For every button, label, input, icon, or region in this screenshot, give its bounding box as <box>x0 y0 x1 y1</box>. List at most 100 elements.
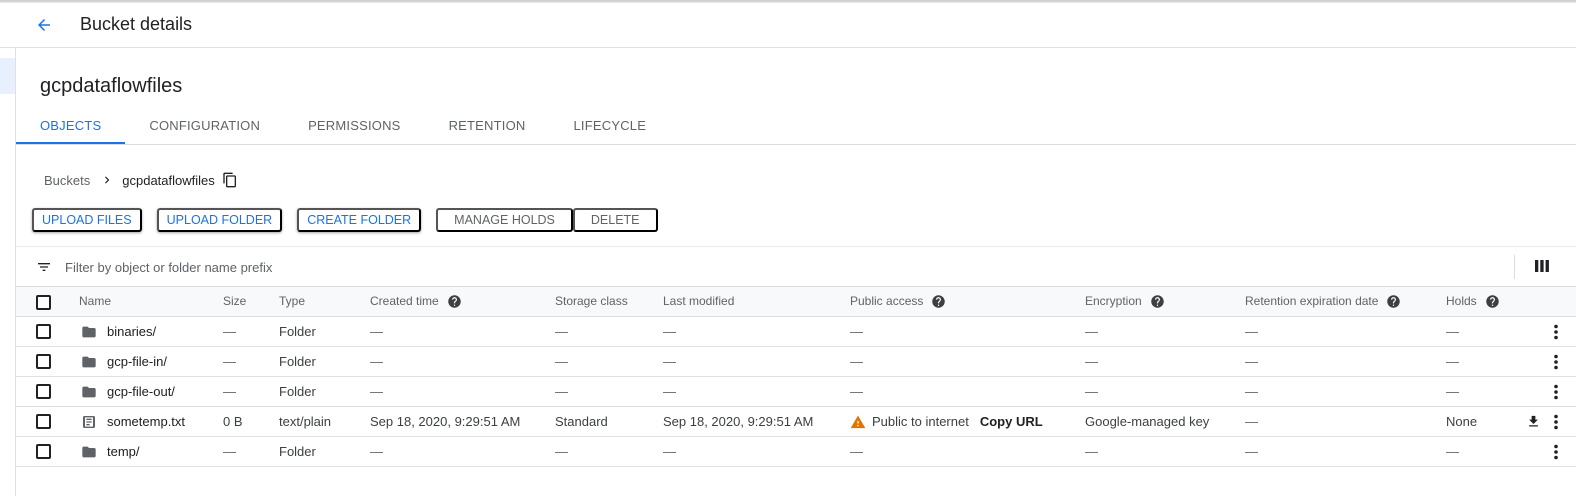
column-header-public-label[interactable]: Public access <box>850 287 923 316</box>
help-icon[interactable] <box>447 294 462 309</box>
object-name[interactable]: temp/ <box>107 437 140 466</box>
upload-folder-button[interactable]: UPLOAD FOLDER <box>156 208 283 232</box>
object-name[interactable]: gcp-file-out/ <box>107 377 175 406</box>
encryption-cell: — <box>1085 354 1098 369</box>
filter-list-icon[interactable] <box>36 259 52 278</box>
created-cell: Sep 18, 2020, 9:29:51 AM <box>370 414 521 429</box>
tab-configuration[interactable]: CONFIGURATION <box>125 107 284 144</box>
left-nav-selected-item[interactable] <box>0 58 15 94</box>
storage-cell: — <box>555 354 568 369</box>
chevron-right-icon <box>100 173 114 187</box>
column-display-icon[interactable] <box>1535 259 1549 276</box>
retention-cell: — <box>1245 414 1258 429</box>
column-header-storage[interactable]: Storage class <box>555 287 628 316</box>
column-header-name[interactable]: Name <box>79 287 111 316</box>
created-cell: — <box>370 354 383 369</box>
row-checkbox[interactable] <box>36 384 51 399</box>
column-header-encryption-label[interactable]: Encryption <box>1085 287 1142 316</box>
type-cell: Folder <box>279 444 316 459</box>
modified-cell: — <box>663 444 676 459</box>
more-vert-icon[interactable] <box>1552 414 1560 433</box>
table-row[interactable]: temp/ — Folder — — — — — — — <box>16 437 1576 467</box>
column-header-type[interactable]: Type <box>279 287 305 316</box>
bucket-name-heading: gcpdataflowfiles <box>40 75 183 97</box>
help-icon[interactable] <box>931 294 946 309</box>
column-header-created: Created time <box>370 287 462 316</box>
breadcrumb-current: gcpdataflowfiles <box>122 172 215 188</box>
column-header-modified[interactable]: Last modified <box>663 287 734 316</box>
type-cell: text/plain <box>279 414 332 429</box>
table-row[interactable]: binaries/ — Folder — — — — — — — <box>16 317 1576 347</box>
arrow-back-icon <box>38 19 50 31</box>
retention-cell: — <box>1245 354 1258 369</box>
more-vert-icon[interactable] <box>1552 324 1560 343</box>
storage-cell: — <box>555 444 568 459</box>
type-cell: Folder <box>279 354 316 369</box>
help-icon[interactable] <box>1150 294 1165 309</box>
column-header-public: Public access <box>850 287 946 316</box>
modified-cell: — <box>663 384 676 399</box>
page-header: Bucket details <box>0 3 1576 48</box>
download-icon[interactable] <box>1526 414 1541 432</box>
tab-objects[interactable]: OBJECTS <box>16 107 126 144</box>
public-cell: — <box>850 324 863 339</box>
folder-icon <box>81 324 97 340</box>
row-checkbox[interactable] <box>36 444 51 459</box>
object-name-cell[interactable]: binaries/ <box>81 317 156 346</box>
column-header-size[interactable]: Size <box>223 287 246 316</box>
object-name-cell[interactable]: gcp-file-out/ <box>81 377 175 406</box>
column-header-holds-label[interactable]: Holds <box>1446 287 1477 316</box>
select-all-checkbox[interactable] <box>36 295 51 310</box>
tab-permissions[interactable]: PERMISSIONS <box>284 107 425 144</box>
holds-cell: None <box>1446 414 1478 429</box>
type-cell: Folder <box>279 384 316 399</box>
public-cell: — <box>850 354 863 369</box>
size-cell: — <box>223 354 236 369</box>
left-nav-rail <box>0 48 16 496</box>
upload-files-button[interactable]: UPLOAD FILES <box>32 208 142 232</box>
object-name-cell[interactable]: gcp-file-in/ <box>81 347 167 376</box>
modified-cell: — <box>663 324 676 339</box>
more-vert-icon[interactable] <box>1552 384 1560 403</box>
filter-input[interactable] <box>65 257 665 277</box>
column-header-created-label[interactable]: Created time <box>370 287 439 316</box>
folder-icon <box>81 444 97 460</box>
holds-cell: — <box>1446 384 1459 399</box>
public-cell: — <box>850 384 863 399</box>
delete-button[interactable]: DELETE <box>572 208 658 232</box>
column-header-holds: Holds <box>1446 287 1500 316</box>
object-name-cell[interactable]: temp/ <box>81 437 140 466</box>
object-name[interactable]: gcp-file-in/ <box>107 347 167 376</box>
toolbar-divider <box>1514 255 1515 279</box>
help-icon[interactable] <box>1386 294 1401 309</box>
holds-cell: — <box>1446 444 1459 459</box>
object-toolbar: UPLOAD FILES UPLOAD FOLDER CREATE FOLDER… <box>32 208 658 232</box>
help-icon[interactable] <box>1485 294 1500 309</box>
copy-url-link[interactable]: Copy URL <box>980 407 1043 436</box>
column-header-retention-label[interactable]: Retention expiration date <box>1245 287 1378 316</box>
encryption-cell: — <box>1085 324 1098 339</box>
row-checkbox[interactable] <box>36 354 51 369</box>
table-row[interactable]: gcp-file-out/ — Folder — — — — — — — <box>16 377 1576 407</box>
table-row[interactable]: gcp-file-in/ — Folder — — — — — — — <box>16 347 1576 377</box>
breadcrumb-buckets-link[interactable]: Buckets <box>44 173 90 188</box>
object-name[interactable]: sometemp.txt <box>107 407 185 436</box>
more-vert-icon[interactable] <box>1552 354 1560 373</box>
table-row[interactable]: sometemp.txt 0 B text/plain Sep 18, 2020… <box>16 407 1576 437</box>
retention-cell: — <box>1245 444 1258 459</box>
row-checkbox[interactable] <box>36 324 51 339</box>
create-folder-button[interactable]: CREATE FOLDER <box>297 208 422 232</box>
row-checkbox[interactable] <box>36 414 51 429</box>
back-button[interactable] <box>30 11 58 39</box>
created-cell: — <box>370 444 383 459</box>
object-name-cell[interactable]: sometemp.txt <box>81 407 185 436</box>
manage-holds-button[interactable]: MANAGE HOLDS <box>436 208 573 232</box>
copy-icon[interactable] <box>222 172 238 188</box>
tab-retention[interactable]: RETENTION <box>425 107 550 144</box>
folder-icon <box>81 384 97 400</box>
public-cell: Public to internet Copy URL <box>850 407 1043 436</box>
object-name[interactable]: binaries/ <box>107 317 156 346</box>
more-vert-icon[interactable] <box>1552 444 1560 463</box>
tab-lifecycle[interactable]: LIFECYCLE <box>549 107 670 144</box>
holds-cell: — <box>1446 324 1459 339</box>
